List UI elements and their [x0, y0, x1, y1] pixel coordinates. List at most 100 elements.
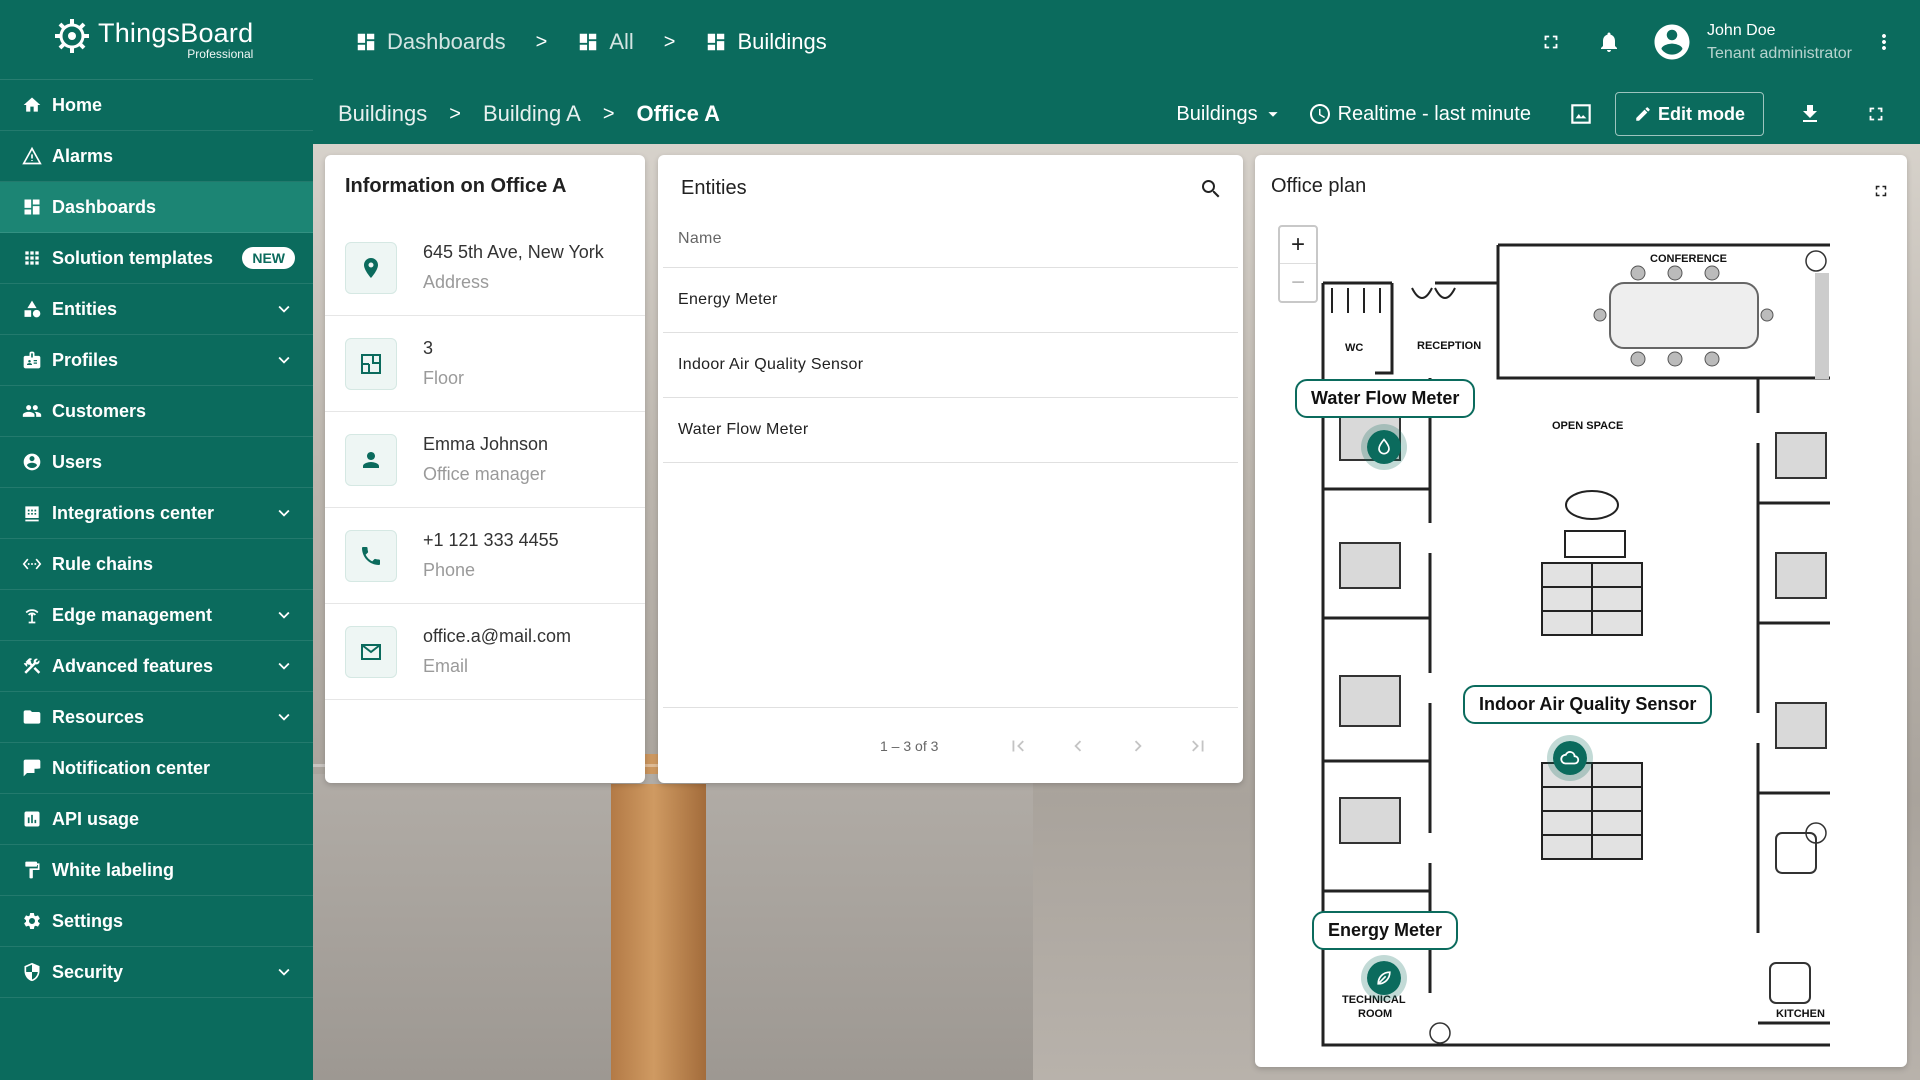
- chevron-down-icon[interactable]: [273, 349, 295, 371]
- brand-name: ThingsBoard: [98, 18, 254, 48]
- sidebar-item-users[interactable]: Users: [0, 437, 313, 488]
- state-crumb-buildings[interactable]: Buildings: [338, 101, 427, 127]
- table-header-name[interactable]: Name: [663, 210, 1238, 268]
- desk-shape: [611, 784, 706, 1080]
- state-select-value: Buildings: [1176, 102, 1258, 125]
- edit-mode-button[interactable]: Edit mode: [1614, 92, 1764, 136]
- state-crumb-building-a[interactable]: Building A: [483, 101, 581, 127]
- room-label-technical-room-2: ROOM: [1358, 1008, 1392, 1020]
- account-circle-icon: [1651, 21, 1693, 63]
- router-icon: [22, 605, 42, 625]
- breadcrumb-buildings[interactable]: Buildings: [705, 29, 827, 55]
- search-icon[interactable]: [1187, 165, 1235, 213]
- table-row[interactable]: Water Flow Meter: [663, 398, 1238, 463]
- chevron-down-icon[interactable]: [273, 604, 295, 626]
- info-label: Email: [423, 656, 469, 676]
- more-vert-icon[interactable]: [1860, 18, 1908, 66]
- sidebar-item-customers[interactable]: Customers: [0, 386, 313, 437]
- next-page-icon[interactable]: [1108, 735, 1168, 757]
- edit-mode-label: Edit mode: [1657, 103, 1745, 124]
- breadcrumb-label: Buildings: [737, 29, 827, 54]
- chevron-down-icon[interactable]: [273, 502, 295, 524]
- previous-page-icon[interactable]: [1048, 735, 1108, 757]
- chevron-down-icon[interactable]: [273, 961, 295, 983]
- timewindow-button[interactable]: Realtime - last minute: [1308, 102, 1531, 126]
- entities-card: Entities Name Energy Meter Indoor Air Qu…: [658, 155, 1243, 783]
- fullscreen-icon[interactable]: [1865, 175, 1897, 207]
- info-label: Phone: [423, 560, 476, 580]
- sidebar-item-solution-templates[interactable]: Solution templates NEW: [0, 233, 313, 284]
- marker-label-indoor-air-quality-sensor[interactable]: Indoor Air Quality Sensor: [1463, 685, 1713, 724]
- dashboard-icon: [705, 31, 727, 53]
- sidebar-item-label: Dashboards: [52, 196, 157, 217]
- air-quality-cloud-icon[interactable]: [1547, 735, 1593, 781]
- home-icon: [22, 95, 42, 115]
- brand-sub: Professional: [187, 47, 254, 61]
- sidebar-item-advanced-features[interactable]: Advanced features: [0, 641, 313, 692]
- chevron-down-icon[interactable]: [273, 706, 295, 728]
- sidebar-item-resources[interactable]: Resources: [0, 692, 313, 743]
- settings-icon: [22, 911, 42, 931]
- dashboard-icon: [22, 197, 42, 217]
- sidebar-item-rule-chains[interactable]: Rule chains: [0, 539, 313, 590]
- sidebar-item-label: Resources: [52, 706, 145, 727]
- sidebar-item-label: Integrations center: [52, 502, 215, 523]
- breadcrumb: Dashboards > All > Buildings: [355, 29, 827, 55]
- info-row-email: office.a@mail.com Email: [325, 604, 645, 700]
- sidebar-item-edge-management[interactable]: Edge management: [0, 590, 313, 641]
- sidebar-item-white-labeling[interactable]: White labeling: [0, 845, 313, 896]
- location-pin-icon: [345, 241, 397, 294]
- marker-label-energy-meter[interactable]: Energy Meter: [1312, 911, 1459, 950]
- phone-icon: [345, 529, 397, 582]
- last-page-icon[interactable]: [1168, 735, 1228, 757]
- energy-leaf-icon[interactable]: [1361, 955, 1407, 1001]
- sidebar-item-security[interactable]: Security: [0, 947, 313, 998]
- download-icon[interactable]: [1786, 90, 1834, 138]
- room-label-reception: RECEPTION: [1417, 340, 1481, 352]
- marker-label-water-flow-meter[interactable]: Water Flow Meter: [1295, 379, 1476, 418]
- fullscreen-icon[interactable]: [1852, 90, 1900, 138]
- sidebar: ThingsBoard Professional Home Alarms Dashb…: [0, 0, 313, 1080]
- breadcrumb-label: All: [609, 29, 634, 54]
- dashboard-toolbar: Buildings > Building A > Office A Buildi…: [313, 84, 1920, 144]
- sidebar-item-integrations-center[interactable]: Integrations center: [0, 488, 313, 539]
- chevron-down-icon[interactable]: [273, 655, 295, 677]
- sidebar-item-label: Alarms: [52, 145, 114, 166]
- sidebar-item-notification-center[interactable]: Notification center: [0, 743, 313, 794]
- state-select[interactable]: Buildings: [1176, 103, 1283, 126]
- edit-pencil-icon: [1634, 105, 1652, 123]
- breadcrumb-separator: >: [602, 102, 615, 125]
- sidebar-item-label: White labeling: [52, 859, 175, 880]
- sidebar-item-settings[interactable]: Settings: [0, 896, 313, 947]
- sidebar-item-profiles[interactable]: Profiles: [0, 335, 313, 386]
- sidebar-item-alarms[interactable]: Alarms: [0, 131, 313, 182]
- info-value: Emma Johnson: [423, 434, 549, 454]
- breadcrumb-separator: >: [449, 102, 461, 125]
- fullscreen-icon[interactable]: [1527, 18, 1575, 66]
- table-row[interactable]: Indoor Air Quality Sensor: [663, 333, 1238, 398]
- notifications-bell-icon[interactable]: [1585, 18, 1633, 66]
- info-value: 645 5th Ave, New York: [423, 242, 604, 262]
- user-menu[interactable]: John Doe Tenant administrator: [1651, 21, 1852, 63]
- zoom-in-button[interactable]: +: [1280, 227, 1316, 264]
- integration-icon: [22, 503, 42, 523]
- sidebar-item-api-usage[interactable]: API usage: [0, 794, 313, 845]
- breadcrumb-all[interactable]: All: [577, 29, 634, 55]
- water-drop-icon[interactable]: [1361, 424, 1407, 470]
- arrow-drop-down-icon: [1262, 103, 1284, 125]
- first-page-icon[interactable]: [988, 735, 1048, 757]
- breadcrumb-separator: >: [535, 30, 548, 53]
- zoom-out-button[interactable]: −: [1280, 264, 1316, 301]
- sidebar-item-entities[interactable]: Entities: [0, 284, 313, 335]
- settings-ethernet-icon: [22, 554, 42, 574]
- breadcrumb-dashboards[interactable]: Dashboards: [355, 29, 506, 55]
- sidebar-item-dashboards[interactable]: Dashboards: [0, 182, 313, 233]
- table-row[interactable]: Energy Meter: [663, 268, 1238, 333]
- sidebar-item-label: Security: [52, 961, 124, 982]
- image-export-icon[interactable]: [1557, 90, 1605, 138]
- sidebar-item-home[interactable]: Home: [0, 80, 313, 131]
- info-row-manager: Emma Johnson Office manager: [325, 412, 645, 508]
- logo[interactable]: ThingsBoard Professional: [0, 0, 313, 80]
- chevron-down-icon[interactable]: [273, 298, 295, 320]
- badge-icon: [22, 350, 42, 370]
